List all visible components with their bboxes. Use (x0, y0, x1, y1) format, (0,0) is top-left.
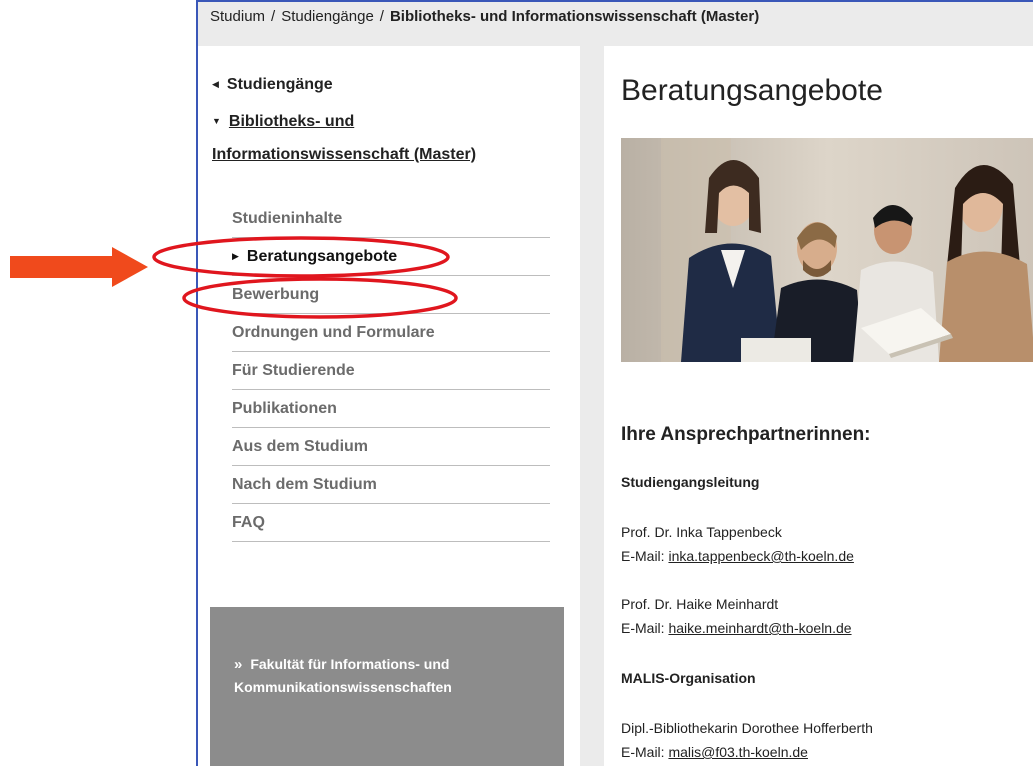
breadcrumb-separator: / (379, 8, 384, 25)
frame-border-top (198, 0, 1033, 2)
faculty-promo-text: » Fakultät für Informations- und Kommunik… (234, 653, 534, 698)
faculty-promo-box[interactable]: » Fakultät für Informations- und Kommunik… (210, 607, 564, 766)
sidebar-item-label: Studieninhalte (232, 210, 343, 227)
email-label: E-Mail: (621, 548, 665, 564)
sidebar-item-label: Aus dem Studium (232, 438, 369, 455)
breadcrumb-studiengaenge[interactable]: Studiengänge (281, 8, 374, 25)
sidebar-item-studieninhalte[interactable]: Studieninhalte (232, 200, 550, 238)
email-label: E-Mail: (621, 744, 665, 760)
section-title-malis: MALIS-Organisation (621, 670, 756, 686)
email-link[interactable]: inka.tappenbeck@th-koeln.de (668, 548, 853, 564)
page-title: Beratungsangebote (621, 74, 883, 107)
main-content: Beratungsangebote Ihre Ansprechpartnerin… (604, 46, 1033, 766)
sidebar-item-label: Für Studierende (232, 362, 355, 379)
nav-back-label: Studiengänge (226, 76, 333, 93)
annotation-ellipse-beratungsangebote (152, 236, 450, 278)
breadcrumb: Studium / Studiengänge / Bibliotheks- und In… (210, 8, 759, 25)
sidebar-item-label: Publikationen (232, 400, 337, 417)
contact-name: Dipl.-Bibliothekarin Dorothee Hofferbert… (621, 720, 873, 736)
annotation-ellipse-bewerbung (182, 277, 458, 319)
sidebar-item-aus-dem-studium[interactable]: Aus dem Studium (232, 428, 550, 466)
ellipse-ring (182, 277, 458, 319)
sidebar-item-publikationen[interactable]: Publikationen (232, 390, 550, 428)
ellipse-ring (152, 236, 450, 278)
email-label: E-Mail: (621, 620, 665, 636)
contact-email-line: E-Mail: inka.tappenbeck@th-koeln.de (621, 544, 854, 568)
breadcrumb-separator: / (271, 8, 276, 25)
annotation-arrow-shape (10, 247, 148, 287)
triangle-left-icon: ◀ (212, 79, 219, 89)
contact-card: Prof. Dr. Haike Meinhardt E-Mail: haike.… (621, 592, 852, 640)
sidebar-item-label: FAQ (232, 514, 265, 531)
hero-photo (621, 138, 1033, 362)
email-link[interactable]: malis@f03.th-koeln.de (668, 744, 808, 760)
section-title-studiengangsleitung: Studiengangsleitung (621, 474, 760, 490)
double-chevron-right-icon: » (234, 656, 243, 673)
browser-frame: Studium / Studiengänge / Bibliotheks- und In… (196, 0, 1033, 766)
contact-name: Prof. Dr. Haike Meinhardt (621, 596, 779, 612)
sidebar-nav: ◀ Studiengänge ▼ Bibliotheks- und Informat… (198, 46, 580, 766)
triangle-down-icon: ▼ (212, 116, 221, 126)
annotation-arrow-icon (10, 247, 148, 287)
sidebar-item-label: Ordnungen und Formulare (232, 324, 435, 341)
nav-parent-label: Bibliotheks- und Informationswissenschaf… (212, 113, 477, 163)
contact-card: Dipl.-Bibliothekarin Dorothee Hofferbert… (621, 716, 873, 764)
sidebar-item-label: Nach dem Studium (232, 476, 377, 493)
sidebar-item-nach-dem-studium[interactable]: Nach dem Studium (232, 466, 550, 504)
sidebar-item-faq[interactable]: FAQ (232, 504, 550, 542)
nav-parent-program[interactable]: ▼ Bibliotheks- und Informationswissenscha… (212, 106, 532, 170)
students-photo-illustration (621, 138, 1033, 362)
breadcrumb-studium[interactable]: Studium (210, 8, 265, 25)
contact-name: Prof. Dr. Inka Tappenbeck (621, 524, 782, 540)
sidebar-item-fuer-studierende[interactable]: Für Studierende (232, 352, 550, 390)
contact-email-line: E-Mail: malis@f03.th-koeln.de (621, 740, 873, 764)
nav-back-studiengaenge[interactable]: ◀ Studiengänge (212, 76, 333, 94)
contacts-heading: Ihre Ansprechpartnerinnen: (621, 424, 871, 445)
email-link[interactable]: haike.meinhardt@th-koeln.de (668, 620, 851, 636)
faculty-promo-label: Fakultät für Informations- und Kommunika… (234, 656, 452, 695)
breadcrumb-current: Bibliotheks- und Informationswissenschaf… (389, 8, 760, 25)
contact-card: Prof. Dr. Inka Tappenbeck E-Mail: inka.t… (621, 520, 854, 568)
contact-email-line: E-Mail: haike.meinhardt@th-koeln.de (621, 616, 852, 640)
